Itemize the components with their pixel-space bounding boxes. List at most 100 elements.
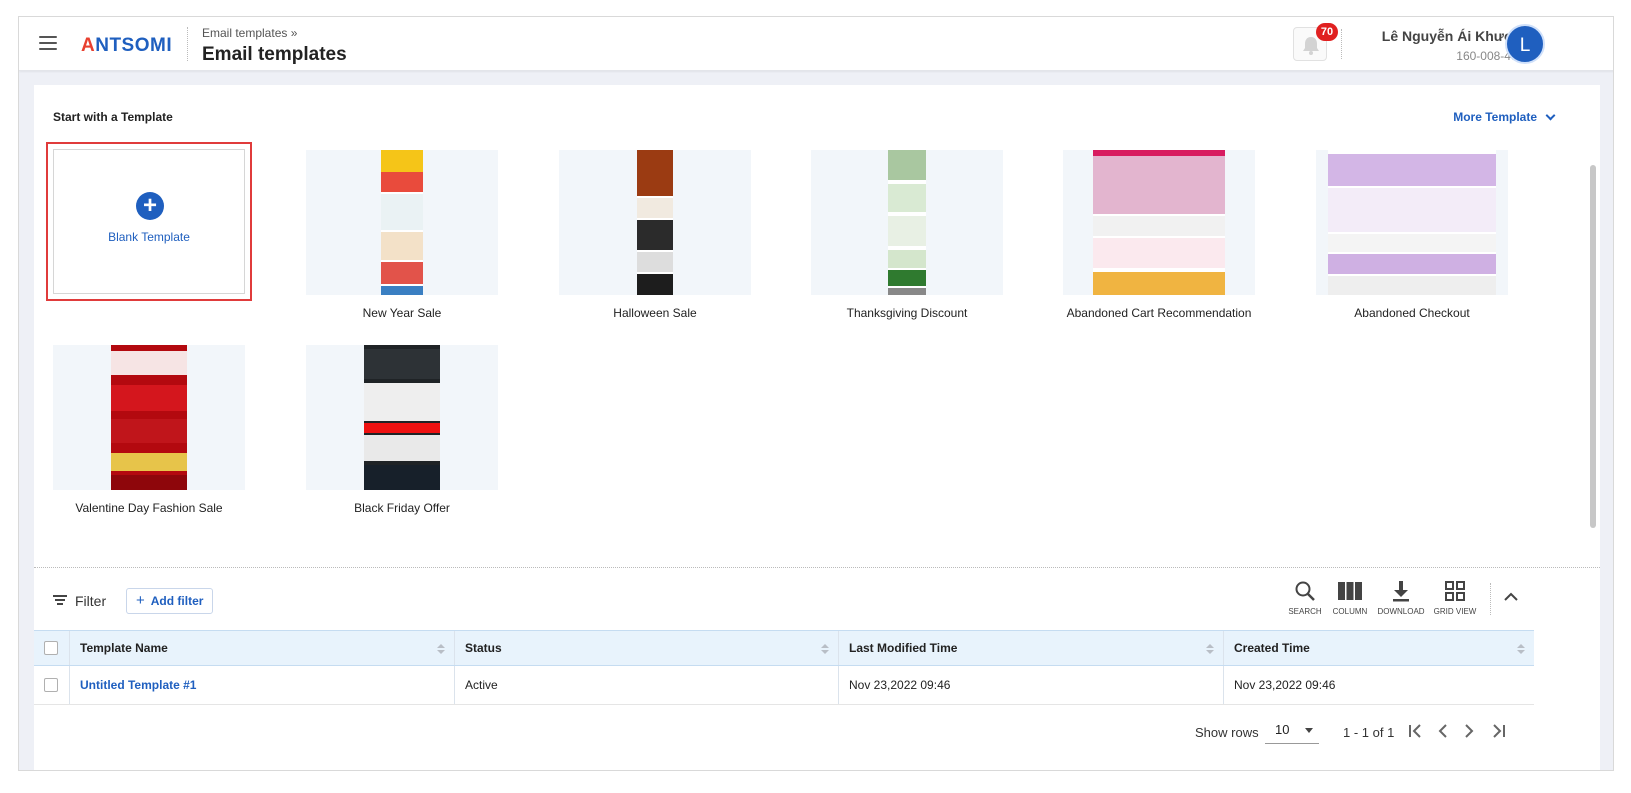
template-thumbnail	[306, 345, 498, 490]
prev-page-button[interactable]	[1434, 722, 1452, 740]
logo-text: NTSOMI	[95, 35, 173, 56]
sort-icon	[1206, 644, 1214, 654]
next-page-button[interactable]	[1460, 722, 1478, 740]
search-tool-button[interactable]: SEARCH	[1281, 579, 1329, 616]
add-filter-button[interactable]: + Add filter	[126, 588, 214, 614]
template-card-label: Abandoned Checkout	[1354, 306, 1470, 320]
tool-label: DOWNLOAD	[1377, 607, 1425, 616]
template-thumbnail	[811, 150, 1003, 295]
template-card-label: Thanksgiving Discount	[846, 306, 968, 320]
template-card-black-friday-offer[interactable]: Black Friday Offer	[306, 345, 498, 515]
template-name-link[interactable]: Untitled Template #1	[80, 678, 196, 692]
table-row: Untitled Template #1 Active Nov 23,2022 …	[34, 666, 1534, 705]
template-card-abandoned-cart-recommendation[interactable]: Abandoned Cart Recommendation	[1063, 150, 1255, 320]
column-header-label: Created Time	[1234, 641, 1310, 655]
blank-template-label: Blank Template	[108, 230, 190, 244]
tool-label: SEARCH	[1288, 607, 1322, 616]
antsomi-logo[interactable]: ANTSOMI	[81, 35, 172, 57]
template-thumbnail	[306, 150, 498, 295]
header-divider	[187, 27, 188, 61]
plus-icon: +	[136, 592, 145, 609]
filter-label: Filter	[75, 593, 107, 609]
header-divider	[1341, 29, 1342, 59]
template-card-valentine-day-fashion-sale[interactable]: Valentine Day Fashion Sale	[53, 345, 245, 515]
search-icon	[1295, 581, 1315, 601]
template-card-label: Valentine Day Fashion Sale	[75, 501, 223, 515]
last-page-icon	[1493, 724, 1505, 738]
column-icon	[1338, 582, 1362, 600]
sort-icon	[821, 644, 829, 654]
template-thumbnail	[559, 150, 751, 295]
row-select-cell	[34, 666, 70, 704]
plus-icon: +	[136, 192, 164, 220]
section-divider	[34, 567, 1600, 568]
grid-view-icon	[1445, 581, 1465, 601]
created-text: Nov 23,2022 09:46	[1234, 678, 1336, 692]
column-header-template-name[interactable]: Template Name	[70, 631, 455, 665]
row-checkbox[interactable]	[44, 678, 58, 692]
status-text: Active	[465, 678, 498, 692]
select-all-cell	[34, 631, 70, 665]
toolbar-divider	[1490, 583, 1491, 615]
column-header-label: Last Modified Time	[849, 641, 958, 655]
first-page-icon	[1409, 724, 1421, 738]
page-title: Email templates	[202, 44, 347, 65]
section-label: Start with a Template	[53, 110, 173, 124]
more-template-label: More Template	[1453, 110, 1537, 124]
column-header-last-modified[interactable]: Last Modified Time	[839, 631, 1224, 665]
modified-cell: Nov 23,2022 09:46	[839, 666, 1224, 704]
template-card-new-year-sale[interactable]: New Year Sale	[306, 150, 498, 320]
avatar[interactable]: L	[1505, 24, 1545, 64]
collapse-button[interactable]	[1504, 590, 1518, 604]
last-page-button[interactable]	[1489, 722, 1507, 740]
select-all-checkbox[interactable]	[44, 641, 58, 655]
filter-button[interactable]: Filter	[53, 593, 106, 609]
template-thumbnail	[53, 345, 245, 490]
column-header-label: Template Name	[80, 641, 168, 655]
column-header-label: Status	[465, 641, 502, 655]
download-tool-button[interactable]: DOWNLOAD	[1377, 579, 1425, 616]
app-window: ANTSOMI Email templates » Email template…	[18, 16, 1614, 771]
tool-label: GRID VIEW	[1433, 607, 1477, 616]
template-card-abandoned-checkout[interactable]: Abandoned Checkout	[1316, 150, 1508, 320]
chevron-right-icon	[1465, 724, 1474, 738]
gallery-scrollbar[interactable]	[1590, 165, 1596, 528]
chevron-down-icon	[1545, 110, 1556, 121]
page-range: 1 - 1 of 1	[1343, 725, 1395, 740]
blank-template-card[interactable]: + Blank Template	[46, 142, 252, 301]
template-card-label: Abandoned Cart Recommendation	[1066, 306, 1252, 320]
first-page-button[interactable]	[1407, 722, 1425, 740]
created-cell: Nov 23,2022 09:46	[1224, 666, 1534, 704]
template-card-label: New Year Sale	[362, 306, 442, 320]
sort-icon	[1517, 644, 1525, 654]
chevron-up-icon	[1504, 592, 1518, 601]
more-template-button[interactable]: More Template	[1453, 110, 1556, 124]
template-panel: Start with a Template More Template + Bl…	[34, 85, 1600, 770]
sort-icon	[437, 644, 445, 654]
download-icon	[1393, 581, 1409, 602]
menu-icon[interactable]	[39, 36, 57, 50]
dropdown-arrow-icon	[1305, 728, 1313, 733]
notification-badge: 70	[1316, 23, 1338, 41]
template-card-halloween-sale[interactable]: Halloween Sale	[559, 150, 751, 320]
blank-template-inner: + Blank Template	[53, 149, 245, 294]
add-filter-label: Add filter	[150, 594, 204, 608]
column-tool-button[interactable]: COLUMN	[1326, 579, 1374, 616]
breadcrumb[interactable]: Email templates »	[202, 26, 297, 40]
template-card-label: Black Friday Offer	[354, 501, 450, 515]
rows-per-page-value: 10	[1275, 722, 1290, 737]
show-rows-label: Show rows	[1195, 725, 1259, 740]
column-header-created-time[interactable]: Created Time	[1224, 631, 1534, 665]
template-name-cell: Untitled Template #1	[70, 666, 455, 704]
column-header-status[interactable]: Status	[455, 631, 839, 665]
status-cell: Active	[455, 666, 839, 704]
template-card-thanksgiving-discount[interactable]: Thanksgiving Discount	[811, 150, 1003, 320]
chevron-left-icon	[1438, 724, 1447, 738]
table-header-row: Template Name Status Last Modified Time …	[34, 630, 1534, 666]
rows-per-page-select[interactable]: 10	[1265, 716, 1319, 744]
template-thumbnail	[1316, 150, 1508, 295]
template-thumbnail	[1063, 150, 1255, 295]
tool-label: COLUMN	[1332, 607, 1368, 616]
grid-view-tool-button[interactable]: GRID VIEW	[1431, 579, 1479, 616]
top-header: ANTSOMI Email templates » Email template…	[19, 17, 1613, 71]
